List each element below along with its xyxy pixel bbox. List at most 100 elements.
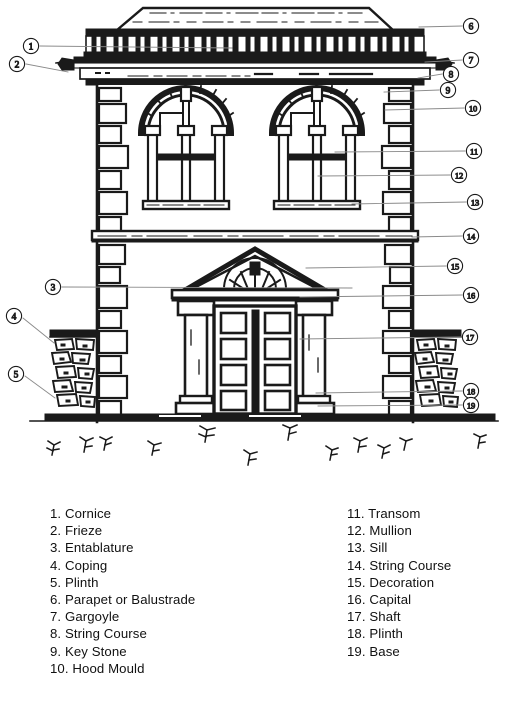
callout-marker-13[interactable]: 13	[466, 193, 484, 211]
callout-marker-19[interactable]: 19	[462, 396, 480, 414]
legend-item-frieze: 2. Frieze	[50, 522, 195, 539]
callout-marker-7[interactable]: 7	[462, 51, 480, 69]
legend-item-label: String Course	[61, 626, 147, 642]
ground-line	[29, 413, 499, 422]
legend-item-number: 13.	[347, 540, 366, 556]
legend-item-string-course: 8. String Course	[50, 625, 195, 642]
callout-marker-14[interactable]: 14	[462, 227, 480, 245]
legend-item-number: 6.	[50, 592, 62, 608]
legend-item-transom: 11. Transom	[347, 505, 451, 522]
callout-number-11: 11	[470, 147, 478, 156]
callout-marker-8[interactable]: 8	[442, 65, 460, 83]
leader-5	[24, 375, 56, 399]
callout-marker-10[interactable]: 10	[464, 99, 482, 117]
legend-item-number: 8.	[50, 626, 62, 642]
callout-marker-16[interactable]: 16	[462, 286, 480, 304]
legend-item-cornice: 1. Cornice	[50, 505, 195, 522]
callout-number-12: 12	[455, 171, 463, 180]
callout-marker-3[interactable]: 3	[44, 278, 62, 296]
callout-number-15: 15	[451, 262, 459, 271]
legend-item-label: Key Stone	[61, 643, 127, 659]
legend-item-number: 1.	[50, 506, 62, 521]
legend-item-gargoyle: 7. Gargoyle	[50, 608, 195, 625]
legend-item-sill: 13. Sill	[347, 539, 451, 556]
callout-number-9: 9	[446, 86, 451, 96]
legend-key: 1. Cornice 2. Frieze 3. Entablature 4. Copi…	[0, 505, 509, 704]
legend-item-string-course: 14. String Course	[347, 557, 451, 574]
callout-marker-12[interactable]: 12	[450, 166, 468, 184]
grass-tufts	[45, 424, 487, 466]
callout-number-19: 19	[467, 401, 475, 410]
legend-item-parapet-or-balustrade: 6. Parapet or Balustrade	[50, 591, 195, 608]
legend-item-number: 16.	[347, 592, 366, 608]
legend-item-label: Mullion	[365, 523, 412, 539]
callout-marker-5[interactable]: 5	[7, 365, 25, 383]
legend-item-label: Frieze	[61, 523, 103, 539]
callout-marker-9[interactable]: 9	[439, 81, 457, 99]
callout-marker-2[interactable]: 2	[8, 55, 26, 73]
entrance-doors	[212, 304, 298, 416]
legend-column-right: 11. Transom 12. Mullion 13. Sill 14. String…	[347, 505, 451, 660]
legend-item-number: 3.	[50, 540, 62, 556]
legend-item-number: 10.	[50, 660, 69, 676]
legend-item-entablature: 3. Entablature	[50, 539, 195, 556]
legend-item-label: Parapet or Balustrade	[61, 592, 196, 608]
legend-item-label: Plinth	[61, 574, 99, 590]
legend-item-plinth: 5. Plinth	[50, 574, 195, 591]
legend-item-base: 19. Base	[347, 643, 451, 660]
legend-item-label: Entablature	[61, 540, 134, 556]
legend-item-mullion: 12. Mullion	[347, 522, 451, 539]
building-elevation-drawing: 12345678910111213141516171819	[5, 6, 499, 466]
legend-item-number: 14.	[347, 557, 366, 573]
legend-item-label: Transom	[364, 506, 421, 521]
string-course-upper	[85, 78, 425, 86]
roof-slab	[113, 6, 397, 32]
legend-item-label: Plinth	[365, 626, 403, 642]
legend-item-shaft: 17. Shaft	[347, 608, 451, 625]
legend-item-label: Hood Mould	[68, 660, 145, 676]
legend-item-label: String Course	[365, 557, 452, 573]
leader-6	[418, 25, 463, 28]
legend-item-number: 15.	[347, 574, 366, 590]
legend-item-label: Capital	[365, 592, 412, 608]
string-course-mid	[90, 229, 420, 243]
legend-column-left: 1. Cornice 2. Frieze 3. Entablature 4. Copi…	[50, 505, 195, 677]
frieze-band	[79, 67, 431, 80]
legend-item-label: Sill	[365, 540, 388, 556]
callout-number-1: 1	[29, 42, 34, 52]
legend-item-hood-mould: 10. Hood Mould	[50, 660, 195, 677]
callout-marker-17[interactable]: 17	[461, 328, 479, 346]
legend-item-label: Base	[365, 643, 400, 659]
callout-marker-4[interactable]: 4	[5, 307, 23, 325]
legend-item-number: 5.	[50, 574, 62, 590]
callout-number-2: 2	[15, 60, 20, 70]
legend-item-number: 18.	[347, 626, 366, 642]
legend-item-capital: 16. Capital	[347, 591, 451, 608]
quoin-stones-left	[97, 86, 130, 234]
callout-marker-18[interactable]: 18	[462, 382, 480, 400]
callout-number-14: 14	[467, 232, 476, 241]
callout-number-18: 18	[467, 387, 475, 396]
cornice-band	[73, 56, 437, 69]
callout-number-10: 10	[469, 104, 477, 113]
callout-number-8: 8	[449, 70, 454, 80]
callout-marker-6[interactable]: 6	[462, 17, 480, 35]
callout-number-7: 7	[469, 56, 474, 66]
legend-item-number: 2.	[50, 523, 62, 539]
legend-item-number: 7.	[50, 609, 62, 625]
parapet-balustrade	[83, 28, 427, 58]
callout-marker-11[interactable]: 11	[465, 142, 483, 160]
arched-window-left	[137, 84, 235, 211]
boundary-wall-right	[412, 329, 462, 409]
callout-marker-15[interactable]: 15	[446, 257, 464, 275]
legend-item-coping: 4. Coping	[50, 557, 195, 574]
callout-number-4: 4	[12, 312, 17, 322]
legend-item-label: Coping	[61, 557, 108, 573]
callout-number-17: 17	[466, 333, 474, 342]
arched-window-right	[268, 84, 366, 211]
legend-item-label: Cornice	[61, 506, 112, 521]
callout-number-13: 13	[471, 198, 479, 207]
legend-item-number: 17.	[347, 609, 366, 625]
callout-marker-1[interactable]: 1	[22, 37, 40, 55]
leader-4	[22, 317, 55, 344]
